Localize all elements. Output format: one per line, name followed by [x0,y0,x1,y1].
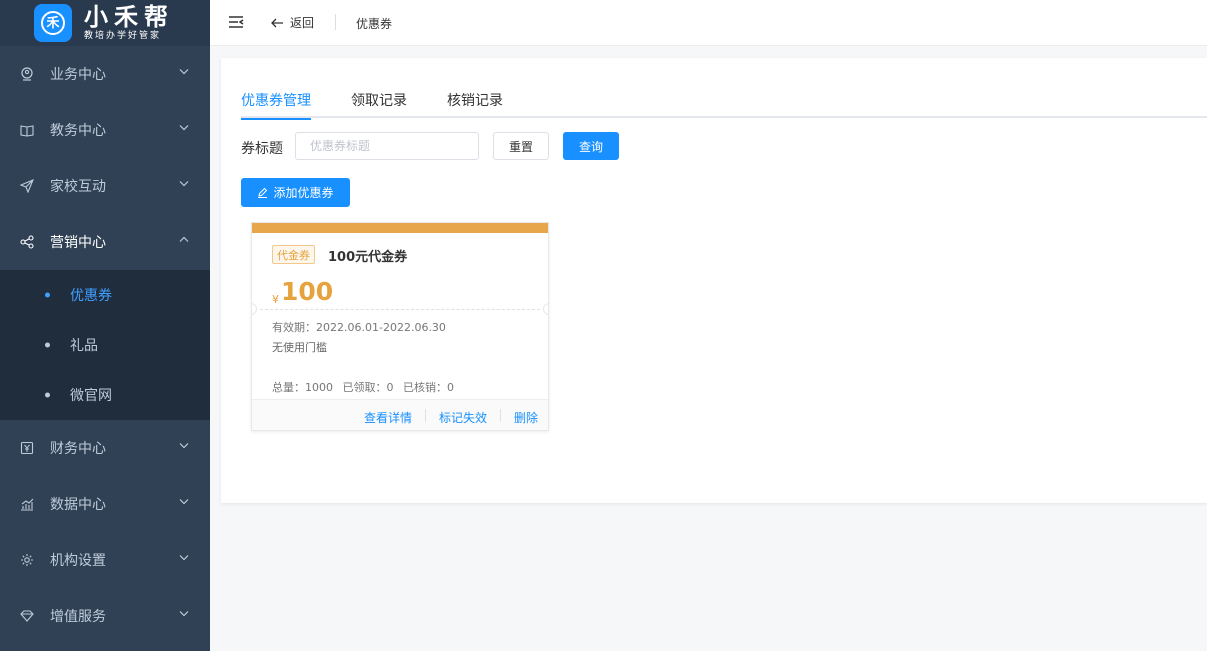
coupon-redeemed: 已核销：0 [403,381,454,394]
edit-icon [257,187,268,198]
chevron-down-icon [179,120,189,135]
marketing-submenu: 优惠券 礼品 微官网 [0,270,210,420]
coupon-card: 代金券 100元代金券 ¥ 100 有效期：2022.06.01-2022.06… [251,222,549,431]
coupon-divider [260,309,540,310]
arrow-left-icon [270,16,284,30]
chevron-down-icon [179,176,189,191]
menu-collapse-icon[interactable] [228,14,244,30]
logo-badge: 禾 [34,4,72,42]
brand-slogan: 教培办学好管家 [84,30,162,41]
sidebar-item-label: 家校互动 [50,179,106,195]
gear-icon [20,553,34,567]
reset-button[interactable]: 重置 [493,132,549,160]
sidebar-subitem-label: 礼品 [70,338,98,354]
business-icon [20,67,34,81]
view-detail-link[interactable]: 查看详情 [364,409,412,426]
sidebar-subitem-label: 微官网 [70,388,112,404]
coupon-amount: 100 [281,277,334,306]
top-header: 返回 优惠券 [210,0,1207,46]
coupon-title: 100元代金券 [328,250,408,265]
sidebar-item-label: 机构设置 [50,553,106,569]
sidebar-subitem-micro-site[interactable]: 微官网 [0,370,210,420]
chart-icon [20,497,34,511]
coupon-threshold: 无使用门槛 [272,341,327,354]
share-icon [20,235,34,249]
back-label: 返回 [290,16,315,30]
finance-icon [20,441,34,455]
tab-coupon-management[interactable]: 优惠券管理 [241,90,311,120]
logo-icon: 禾 [41,11,65,35]
sidebar-item-finance[interactable]: 财务中心 [0,420,210,476]
query-button[interactable]: 查询 [563,132,619,160]
tab-claim-records[interactable]: 领取记录 [351,90,407,118]
brand-name: 小禾帮 [84,2,174,31]
coupon-total: 总量：1000 [272,381,333,394]
tab-bar: 优惠券管理 领取记录 核销记录 [241,86,1207,120]
bullet-icon [45,342,50,348]
sidebar-item-data[interactable]: 数据中心 [0,476,210,532]
chevron-up-icon [179,232,189,247]
sidebar-item-label: 营销中心 [50,235,106,251]
sidebar-item-label: 增值服务 [50,609,106,625]
chevron-down-icon [179,64,189,79]
sidebar-item-business[interactable]: 业务中心 [0,46,210,102]
coupon-accent-bar [252,223,548,233]
book-icon [20,123,34,137]
coupon-notch-right [543,303,548,315]
action-separator [500,409,501,422]
page-title: 优惠券 [356,17,393,31]
delete-link[interactable]: 删除 [514,409,538,426]
chevron-down-icon [179,606,189,621]
main-panel: 优惠券管理 领取记录 核销记录 券标题 重置 查询 添加优惠券 代金券 100元… [221,58,1207,503]
coupon-actions: 查看详情 标记失效 删除 [252,399,548,430]
sidebar-item-label: 数据中心 [50,497,106,513]
header-divider [335,14,336,30]
sidebar-item-value-added[interactable]: 增值服务 [0,588,210,644]
currency-symbol: ¥ [272,293,279,306]
action-separator [425,409,426,422]
sidebar: 禾 小禾帮 教培办学好管家 业务中心 教务中心 家校互动 营销中心 优惠券 礼品… [0,0,210,651]
sidebar-subitem-coupon[interactable]: 优惠券 [0,270,210,320]
sidebar-item-settings[interactable]: 机构设置 [0,532,210,588]
tab-redemption-records[interactable]: 核销记录 [447,90,503,118]
sidebar-item-label: 业务中心 [50,67,106,83]
mark-invalid-link[interactable]: 标记失效 [439,409,487,426]
coupon-validity: 有效期：2022.06.01-2022.06.30 [272,321,446,334]
add-coupon-label: 添加优惠券 [273,186,334,200]
sidebar-item-marketing[interactable]: 营销中心 [0,214,210,270]
coupon-title-input[interactable] [295,132,479,160]
coupon-notch-left [252,303,257,315]
chevron-down-icon [179,438,189,453]
coupon-title-label: 券标题 [241,141,283,157]
sidebar-item-home-school[interactable]: 家校互动 [0,158,210,214]
coupon-stats: 总量：1000 已领取：0 已核销：0 [272,379,460,395]
bullet-icon [45,392,50,398]
coupon-received: 已领取：0 [342,381,394,394]
sidebar-item-label: 教务中心 [50,123,106,139]
add-coupon-button[interactable]: 添加优惠券 [241,178,350,207]
coupon-type-badge: 代金券 [272,245,315,264]
back-button[interactable]: 返回 [270,14,314,31]
sidebar-item-academic[interactable]: 教务中心 [0,102,210,158]
sidebar-subitem-label: 优惠券 [70,288,112,304]
diamond-icon [20,609,34,623]
sidebar-item-label: 财务中心 [50,441,106,457]
paper-plane-icon [20,179,34,193]
chevron-down-icon [179,494,189,509]
logo: 禾 小禾帮 教培办学好管家 [0,0,210,46]
sidebar-subitem-gift[interactable]: 礼品 [0,320,210,370]
bullet-icon [45,292,50,298]
chevron-down-icon [179,550,189,565]
